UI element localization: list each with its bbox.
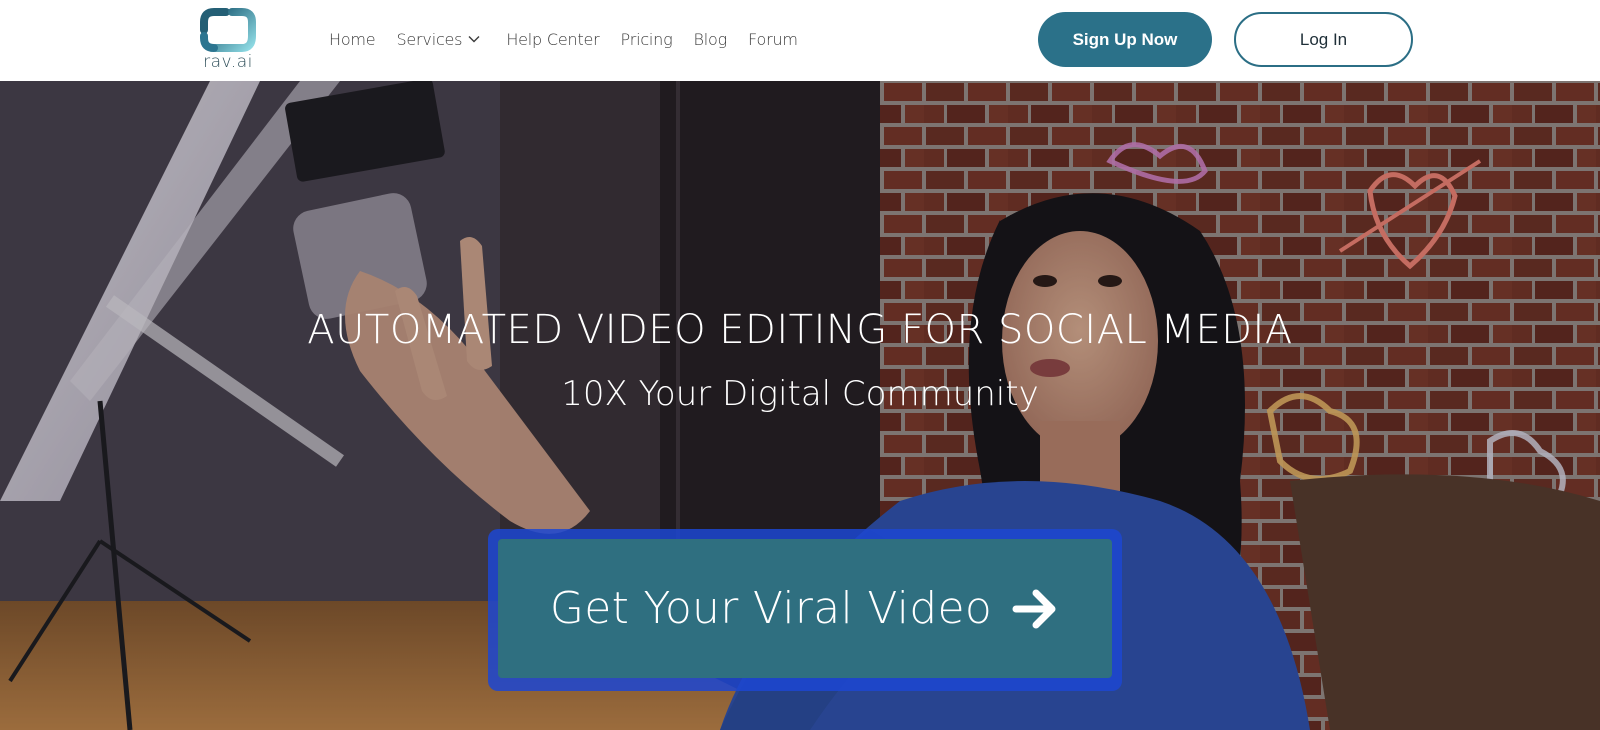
nav-home[interactable]: Home bbox=[329, 30, 376, 49]
nav-services-label: Services bbox=[396, 29, 463, 49]
top-navbar: rav.ai Home Services Help Center Pricing… bbox=[0, 0, 1600, 81]
cta-label: Get Your Viral Video bbox=[549, 583, 993, 634]
log-in-button[interactable]: Log In bbox=[1234, 12, 1413, 67]
nav-forum[interactable]: Forum bbox=[748, 30, 798, 49]
hero-subtitle: 10X Your Digital Community bbox=[561, 374, 1039, 414]
get-viral-video-button[interactable]: Get Your Viral Video bbox=[498, 539, 1112, 678]
arrow-right-icon bbox=[1012, 589, 1056, 628]
rounded-square-logo-icon bbox=[200, 8, 256, 52]
chevron-down-icon bbox=[468, 36, 480, 43]
sign-up-button[interactable]: Sign Up Now bbox=[1038, 12, 1212, 67]
hero-title: AUTOMATED VIDEO EDITING FOR SOCIAL MEDIA bbox=[307, 307, 1293, 353]
nav-help-center[interactable]: Help Center bbox=[506, 30, 599, 49]
nav-pricing[interactable]: Pricing bbox=[621, 30, 673, 49]
nav-blog[interactable]: Blog bbox=[694, 30, 728, 49]
hero-section: AUTOMATED VIDEO EDITING FOR SOCIAL MEDIA… bbox=[0, 81, 1600, 730]
brand-name: rav.ai bbox=[203, 52, 253, 72]
brand-logo[interactable]: rav.ai bbox=[196, 8, 260, 74]
nav-services[interactable]: Services bbox=[396, 30, 480, 49]
main-nav: Home Services Help Center Pricing Blog F… bbox=[329, 26, 819, 52]
